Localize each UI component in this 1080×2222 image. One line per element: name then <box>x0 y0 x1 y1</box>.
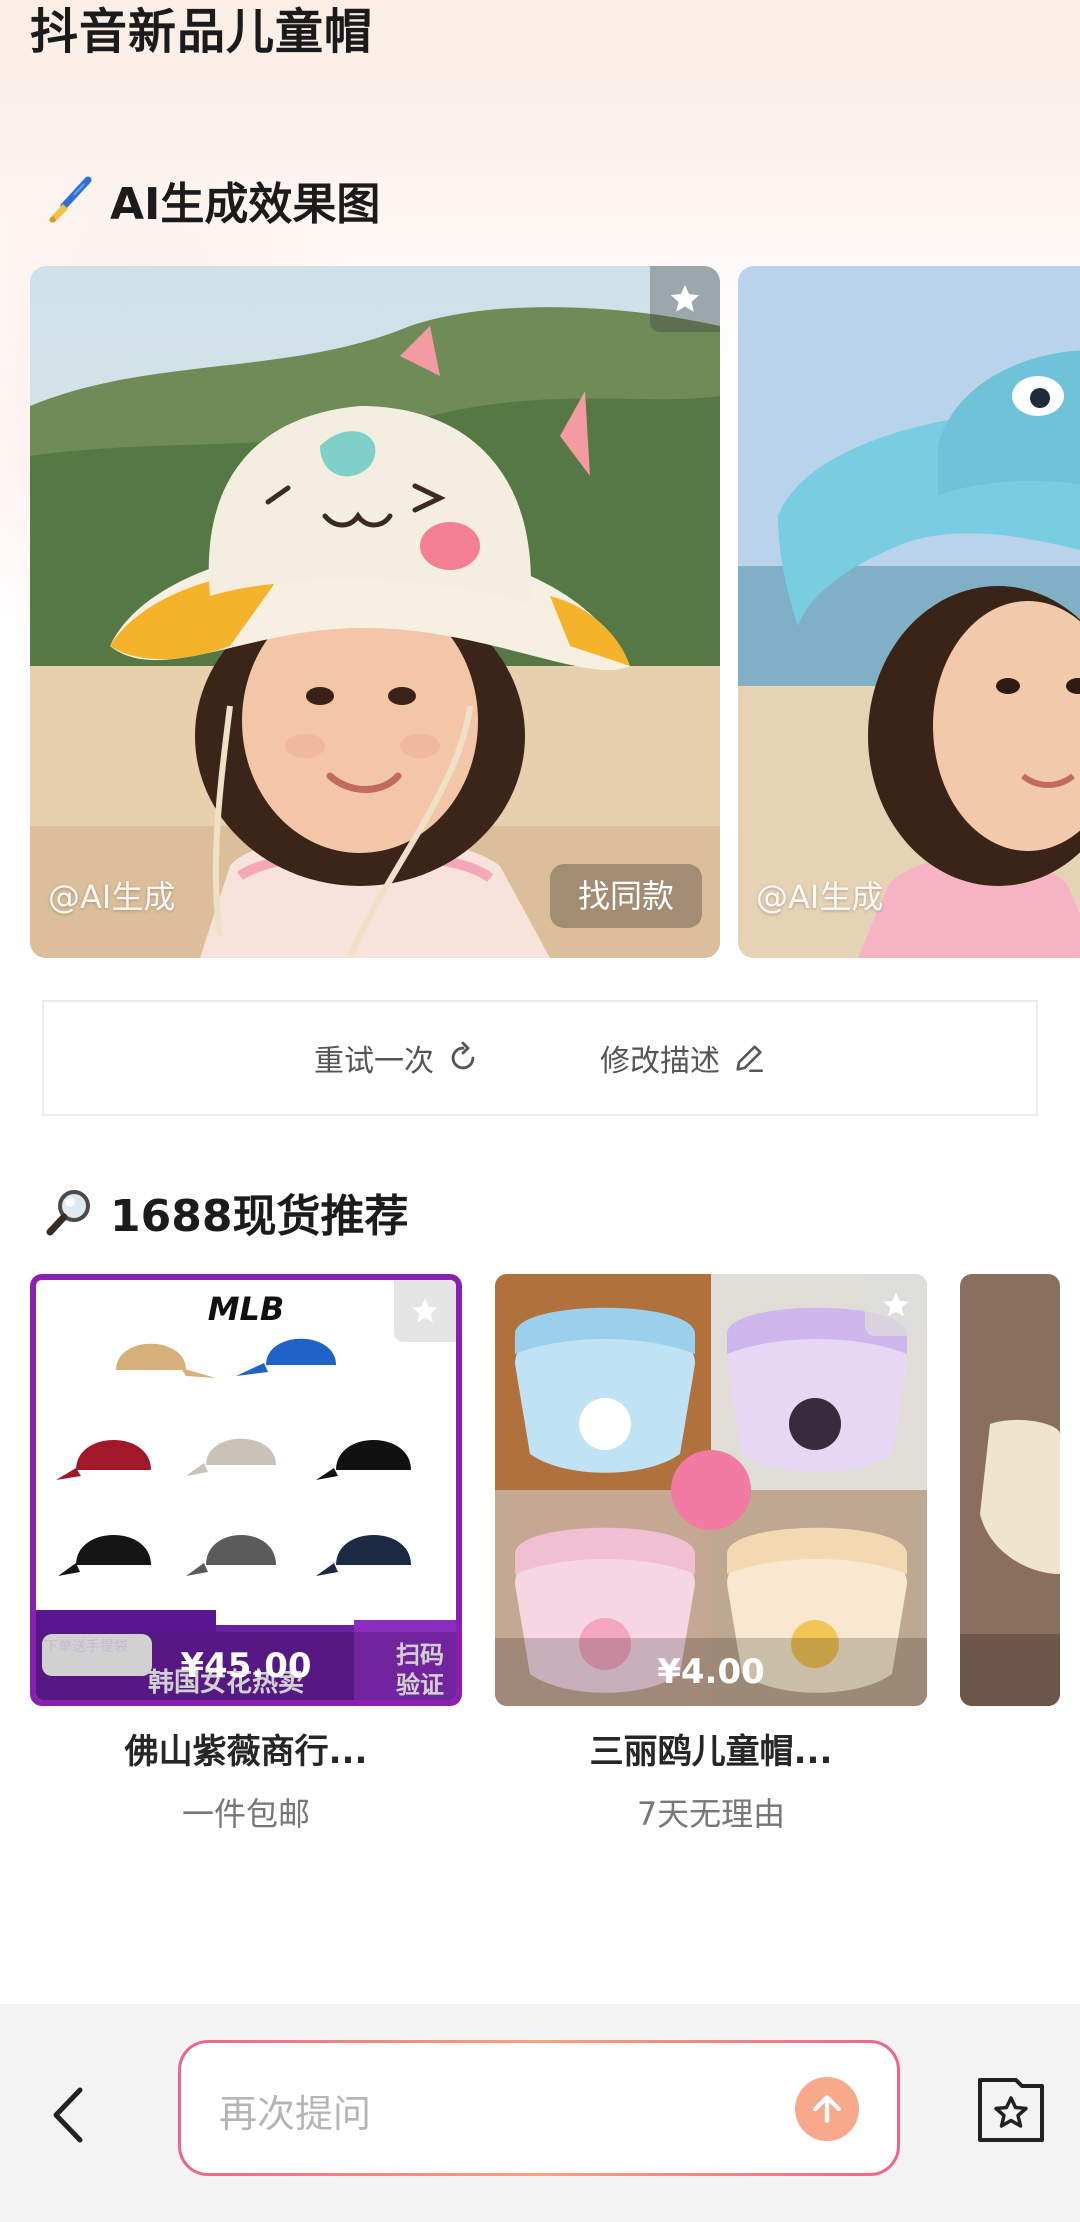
product-photo <box>960 1274 1060 1706</box>
arrow-up-icon <box>813 2095 841 2123</box>
paintbrush-icon <box>44 174 96 226</box>
star-icon <box>670 284 700 312</box>
product-image <box>960 1274 1060 1706</box>
ai-generated-photo <box>738 266 1080 958</box>
pencil-icon <box>736 1045 764 1073</box>
favorites-folder-button[interactable] <box>976 2076 1046 2146</box>
product-tag: 7天无理由 <box>636 1795 786 1833</box>
chevron-left-icon <box>53 2087 83 2143</box>
edit-description-label: 修改描述 <box>600 1044 720 1079</box>
ai-image-card[interactable]: @AI生成 找同款 <box>30 266 720 958</box>
favorite-star-button[interactable] <box>865 1274 927 1336</box>
product-card[interactable]: MLB 下单送手提袋 韩国女花热卖 扫码验证 ¥45.00 佛山紫薇商行... … <box>30 1274 462 1834</box>
product-card[interactable]: ¥4.00 三丽鸥儿童帽... 7天无理由 <box>495 1274 927 1834</box>
recommend-section-title: 1688现货推荐 <box>44 1180 408 1244</box>
send-button[interactable] <box>795 2077 859 2141</box>
ai-image-card[interactable]: @AI生成 <box>738 266 1080 958</box>
star-icon <box>412 1298 438 1323</box>
page-title: 抖音新品儿童帽 <box>30 4 374 60</box>
product-name[interactable]: 佛山紫薇商行... <box>30 1724 462 1773</box>
ai-section-title-text: AI生成效果图 <box>110 179 381 230</box>
product-image: MLB 下单送手提袋 韩国女花热卖 扫码验证 ¥45.00 <box>30 1274 462 1706</box>
favorite-star-button[interactable] <box>650 266 720 332</box>
ask-again-input[interactable]: 再次提问 <box>178 2040 900 2176</box>
star-icon <box>883 1292 909 1317</box>
find-same-button[interactable]: 找同款 <box>549 864 702 928</box>
recommend-section-title-text: 1688现货推荐 <box>110 1191 409 1242</box>
product-image: ¥4.00 <box>495 1274 927 1706</box>
ai-watermark: @AI生成 <box>756 878 884 916</box>
product-price: ¥4.00 <box>495 1638 927 1706</box>
ai-generated-photo <box>30 266 720 958</box>
back-button[interactable] <box>44 2080 94 2150</box>
brand-logo: MLB <box>207 1290 285 1328</box>
star-folder-icon <box>978 2078 1044 2142</box>
refresh-icon <box>451 1041 475 1070</box>
ai-image-carousel[interactable]: @AI生成 找同款 @AI生成 <box>30 266 1080 958</box>
retry-label: 重试一次 <box>314 1044 434 1079</box>
ai-section-title: AI生成效果图 <box>44 168 380 232</box>
product-carousel[interactable]: MLB 下单送手提袋 韩国女花热卖 扫码验证 ¥45.00 佛山紫薇商行... … <box>30 1274 1080 1834</box>
product-card[interactable] <box>960 1274 1080 1706</box>
favorite-star-button[interactable] <box>394 1280 456 1342</box>
ai-action-bar: 重试一次 修改描述 <box>42 1000 1038 1116</box>
product-name[interactable]: 三丽鸥儿童帽... <box>495 1724 927 1773</box>
edit-description-button[interactable]: 修改描述 <box>600 1036 766 1080</box>
product-price: ¥45.00 <box>36 1632 456 1700</box>
retry-button[interactable]: 重试一次 <box>314 1036 480 1080</box>
magnifier-icon <box>44 1186 96 1238</box>
product-tag: 一件包邮 <box>181 1795 310 1833</box>
ask-again-placeholder: 再次提问 <box>219 2092 372 2136</box>
bottom-input-bar: 再次提问 <box>0 2004 1080 2222</box>
page: 抖音新品儿童帽 AI生成效果图 @AI生成 找同款 @AI生成 重试一次 修改描… <box>0 0 1080 2222</box>
ai-watermark: @AI生成 <box>48 878 176 916</box>
